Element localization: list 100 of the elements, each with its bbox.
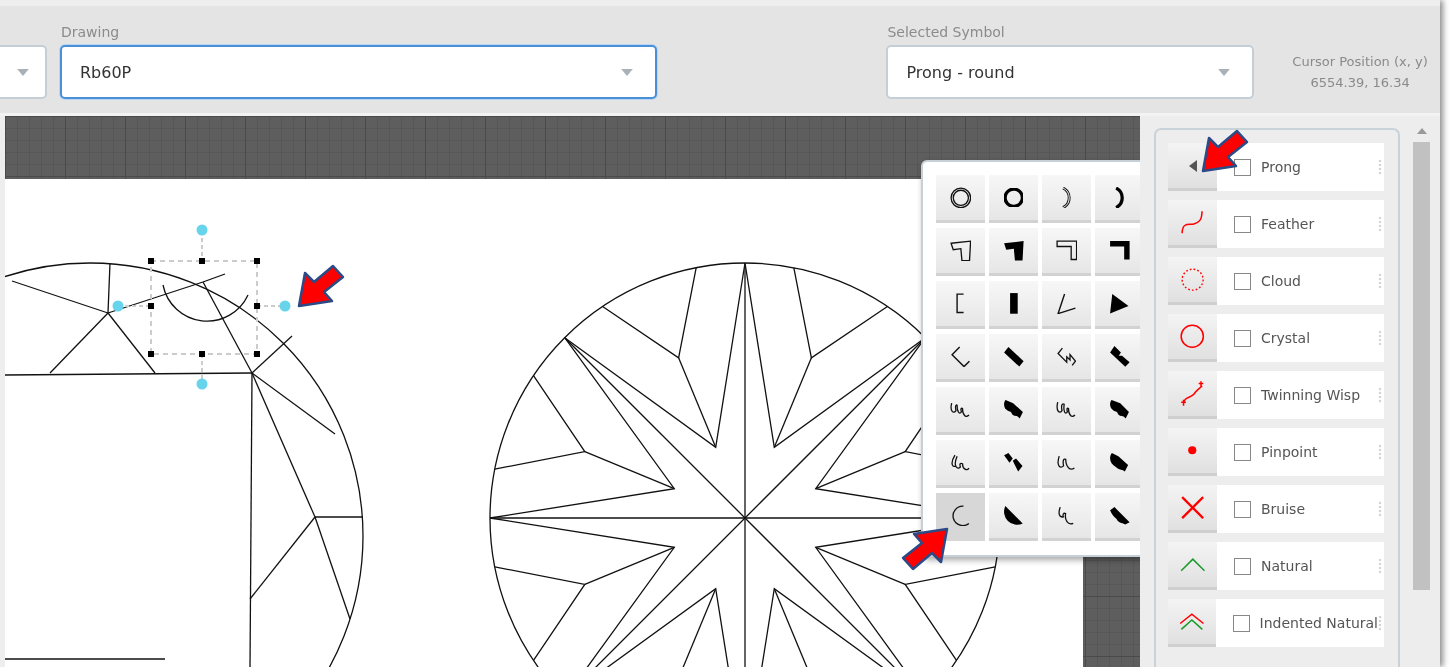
checkbox[interactable] bbox=[1234, 500, 1251, 518]
symbol-tile[interactable] bbox=[1042, 228, 1091, 276]
squiggle-icon bbox=[1058, 506, 1075, 525]
symbol-list-item[interactable]: Twinning Wisp bbox=[1217, 371, 1384, 419]
checkbox[interactable] bbox=[1234, 272, 1251, 290]
dotted-circle-icon bbox=[1180, 267, 1205, 292]
triangle-icon bbox=[1109, 292, 1130, 315]
symbol-button[interactable] bbox=[1168, 257, 1217, 305]
symbol-tile[interactable] bbox=[936, 440, 985, 488]
drag-handle-icon[interactable] bbox=[1378, 273, 1382, 289]
symbol-label: Crystal bbox=[1261, 330, 1312, 346]
cursor-position-value: 6554.39, 16.34 bbox=[1309, 74, 1411, 92]
scroll-up-icon[interactable] bbox=[1416, 128, 1427, 134]
caret-left-icon bbox=[1188, 159, 1197, 172]
arc-icon bbox=[951, 504, 970, 527]
callout-arrow-overlay bbox=[900, 526, 950, 572]
checkbox[interactable] bbox=[1234, 386, 1251, 404]
scrollbar-thumb[interactable] bbox=[1413, 142, 1430, 590]
symbol-button[interactable] bbox=[1168, 428, 1217, 476]
symbol-list-item[interactable]: Pinpoint bbox=[1217, 428, 1384, 476]
symbol-tile[interactable] bbox=[936, 493, 985, 541]
symbol-button[interactable] bbox=[1168, 485, 1217, 533]
bent-shape-icon bbox=[1002, 239, 1025, 262]
symbol-label: Twinning Wisp bbox=[1261, 387, 1362, 403]
symbol-tile[interactable] bbox=[936, 387, 985, 435]
wavy-shape-icon bbox=[1109, 399, 1130, 420]
symbol-list-item[interactable]: Bruise bbox=[1217, 485, 1384, 533]
drag-handle-icon[interactable] bbox=[1378, 615, 1382, 631]
symbol-tile[interactable] bbox=[989, 228, 1038, 276]
symbol-tile[interactable] bbox=[936, 175, 985, 223]
symbol-tile[interactable] bbox=[1042, 175, 1091, 223]
checkbox[interactable] bbox=[1232, 614, 1250, 632]
ring-icon bbox=[1003, 187, 1024, 208]
double-ring-icon bbox=[949, 186, 972, 209]
symbol-tile[interactable] bbox=[1042, 493, 1091, 541]
symbol-list-item[interactable]: Indented Natural bbox=[1215, 599, 1384, 647]
symbol-tile[interactable] bbox=[989, 281, 1038, 329]
notched-shape-icon bbox=[1108, 345, 1131, 368]
zigzag-icon bbox=[1056, 346, 1077, 367]
squiggle-icon bbox=[950, 454, 971, 471]
squiggle-icon bbox=[1056, 401, 1077, 418]
slanted-bar-icon bbox=[1002, 345, 1025, 368]
corner-icon bbox=[1055, 240, 1078, 261]
drag-handle-icon[interactable] bbox=[1378, 159, 1382, 175]
circle-icon bbox=[1180, 324, 1205, 349]
squiggle-icon bbox=[1057, 454, 1076, 471]
crescent-icon bbox=[1115, 186, 1124, 209]
caret-icon bbox=[16, 68, 29, 76]
drag-handle-icon[interactable] bbox=[1378, 444, 1382, 460]
symbol-tile[interactable] bbox=[989, 493, 1038, 541]
symbol-tile[interactable] bbox=[936, 281, 985, 329]
cross-icon bbox=[1180, 495, 1205, 520]
symbol-tile[interactable] bbox=[1042, 440, 1091, 488]
symbol-label: Bruise bbox=[1261, 501, 1307, 517]
angle-icon bbox=[1056, 292, 1077, 315]
crescent-icon bbox=[1062, 186, 1071, 209]
symbol-label: Cloud bbox=[1261, 273, 1302, 289]
bent-shape-icon bbox=[949, 239, 972, 262]
callout-arrow-overlay bbox=[1200, 128, 1250, 174]
drag-handle-icon[interactable] bbox=[1378, 558, 1382, 574]
symbol-button[interactable] bbox=[1168, 314, 1217, 362]
symbol-button[interactable] bbox=[1168, 542, 1217, 590]
chevron-up-icon bbox=[1179, 557, 1206, 572]
symbol-list-item[interactable]: Cloud bbox=[1217, 257, 1384, 305]
drag-handle-icon[interactable] bbox=[1378, 216, 1382, 232]
checkbox[interactable] bbox=[1234, 329, 1251, 347]
field-label: Drawing bbox=[59, 24, 121, 40]
split-bar-icon bbox=[1003, 452, 1024, 473]
checkbox[interactable] bbox=[1234, 158, 1251, 176]
symbol-tile[interactable] bbox=[989, 440, 1038, 488]
drag-handle-icon[interactable] bbox=[1378, 387, 1382, 403]
wavy-line-icon bbox=[1180, 380, 1205, 407]
symbol-dropdown[interactable]: Prong - round bbox=[886, 45, 1255, 99]
symbol-list-item[interactable]: Crystal bbox=[1217, 314, 1384, 362]
drag-handle-icon[interactable] bbox=[1378, 330, 1382, 346]
symbol-list-item[interactable]: Natural bbox=[1217, 542, 1384, 590]
drawing-dropdown[interactable]: Rb60P bbox=[59, 45, 658, 99]
wavy-line-icon bbox=[1181, 210, 1204, 235]
symbol-button[interactable] bbox=[1168, 371, 1217, 419]
symbol-tile[interactable] bbox=[989, 175, 1038, 223]
drag-handle-icon[interactable] bbox=[1378, 501, 1382, 517]
symbol-tile[interactable] bbox=[989, 387, 1038, 435]
checkbox[interactable] bbox=[1234, 557, 1251, 575]
symbol-tile[interactable] bbox=[936, 228, 985, 276]
symbol-tile[interactable] bbox=[1042, 334, 1091, 382]
symbol-label: Feather bbox=[1261, 216, 1316, 232]
field-label: Selected Symbol bbox=[886, 24, 1006, 40]
symbol-list-item[interactable]: Feather bbox=[1217, 200, 1384, 248]
corner-icon bbox=[1108, 240, 1131, 261]
checkbox[interactable] bbox=[1234, 443, 1251, 461]
symbol-tile[interactable] bbox=[1042, 281, 1091, 329]
symbol-tile[interactable] bbox=[936, 334, 985, 382]
symbol-button[interactable] bbox=[1168, 599, 1216, 647]
double-chevron-icon bbox=[1178, 612, 1205, 631]
symbol-label: Pinpoint bbox=[1261, 444, 1319, 460]
symbol-tile[interactable] bbox=[1042, 387, 1091, 435]
checkbox[interactable] bbox=[1234, 215, 1251, 233]
dot-icon bbox=[1187, 445, 1198, 456]
symbol-tile[interactable] bbox=[989, 334, 1038, 382]
symbol-button[interactable] bbox=[1168, 200, 1217, 248]
